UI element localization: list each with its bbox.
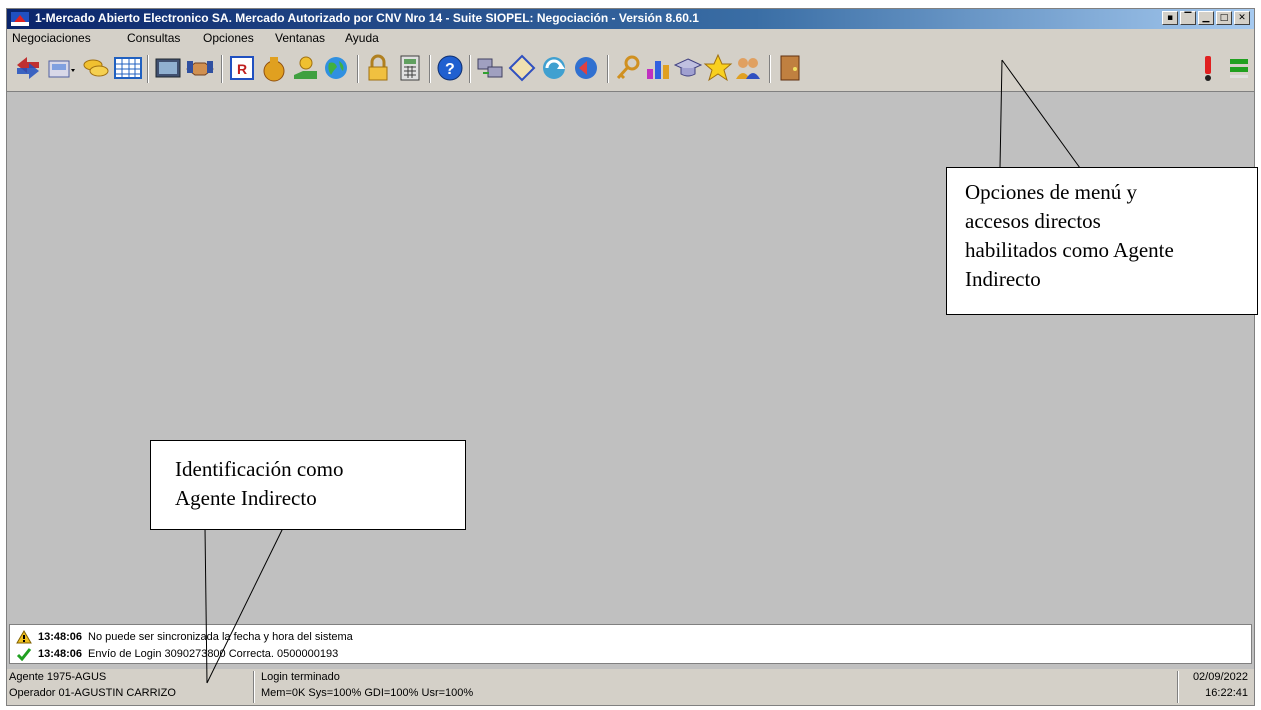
return-icon[interactable] — [571, 53, 601, 83]
close-button[interactable]: ✕ — [1234, 11, 1250, 25]
callout-line: Indirecto — [965, 267, 1041, 291]
warning-icon — [16, 630, 32, 644]
log-row: 13:48:06 Envío de Login 3090273800 Corre… — [16, 646, 338, 662]
menu-callout: Opciones de menú y accesos directos habi… — [946, 167, 1258, 315]
report-r-icon[interactable]: R — [227, 53, 257, 83]
graduation-icon[interactable] — [673, 53, 703, 83]
exit-door-icon[interactable] — [775, 53, 805, 83]
transfer-icon[interactable] — [475, 53, 505, 83]
refresh-icon[interactable] — [539, 53, 569, 83]
diamond-icon[interactable] — [507, 53, 537, 83]
app-window: 1-Mercado Abierto Electronico SA. Mercad… — [6, 8, 1255, 706]
check-icon — [16, 648, 32, 661]
lock-icon[interactable] — [363, 53, 393, 83]
minimize-alt-button[interactable]: ▔ — [1180, 11, 1196, 25]
menu-consultas[interactable]: Consultas — [127, 31, 180, 45]
log-text: No puede ser sincronizada la fecha y hor… — [88, 631, 353, 643]
star-icon[interactable] — [703, 53, 733, 83]
callout-line: accesos directos — [965, 209, 1101, 233]
status-login: Login terminado — [261, 671, 340, 683]
connection-status-icon — [1230, 59, 1248, 78]
calculator-icon[interactable] — [395, 53, 425, 83]
status-resources: Mem=0K Sys=100% GDI=100% Usr=100% — [261, 687, 474, 699]
menu-negociaciones[interactable]: Negociaciones — [12, 31, 91, 45]
handshake-icon[interactable] — [185, 53, 215, 83]
bar-chart-icon[interactable] — [643, 53, 673, 83]
minimize-button[interactable]: ▁ — [1198, 11, 1214, 25]
svg-text:?: ? — [445, 61, 455, 78]
callout-line: Opciones de menú y — [965, 180, 1138, 204]
app-logo-icon — [11, 12, 29, 26]
status-date: 02/09/2022 — [1192, 671, 1248, 683]
status-bar: Agente 1975-AGUS Operador 01-AGUSTIN CAR… — [7, 669, 1254, 705]
status-agent: Agente 1975-AGUS — [9, 671, 107, 683]
key-icon[interactable] — [613, 53, 643, 83]
status-operator: Operador 01-AGUSTIN CARRIZO — [9, 687, 176, 699]
hand-money-icon[interactable] — [291, 53, 321, 83]
window-title: 1-Mercado Abierto Electronico SA. Mercad… — [35, 11, 699, 25]
menu-opciones[interactable]: Opciones — [203, 31, 254, 45]
coins-icon[interactable] — [81, 53, 111, 83]
log-row: 13:48:06 No puede ser sincronizada la fe… — [16, 629, 353, 645]
callout-line: habilitados como Agente — [965, 238, 1174, 262]
maximize-button[interactable]: □ — [1216, 11, 1232, 25]
message-log: 13:48:06 No puede ser sincronizada la fe… — [9, 624, 1252, 664]
agent-callout: Identificación como Agente Indirecto — [150, 440, 466, 530]
status-time: 16:22:41 — [1205, 687, 1248, 699]
calendar-grid-icon[interactable] — [113, 53, 143, 83]
screen-icon[interactable] — [153, 53, 183, 83]
exchange-icon[interactable] — [13, 53, 43, 83]
menu-ventanas[interactable]: Ventanas — [275, 31, 325, 45]
toolbar: R ? — [7, 47, 1254, 92]
log-text: Envío de Login 3090273800 Correcta. 0500… — [88, 648, 339, 660]
globe-icon[interactable] — [321, 53, 351, 83]
tray-button[interactable]: ▪ — [1162, 11, 1178, 25]
menu-ayuda[interactable]: Ayuda — [345, 31, 379, 45]
callout-line: Identificación como — [175, 457, 344, 481]
log-time: 13:48:06 — [38, 648, 83, 660]
callout-line: Agente Indirecto — [175, 486, 317, 510]
register-icon[interactable] — [45, 53, 75, 83]
svg-text:R: R — [237, 61, 247, 77]
money-bag-icon[interactable] — [259, 53, 289, 83]
menu-bar: Negociaciones Consultas Opciones Ventana… — [7, 29, 1254, 47]
log-time: 13:48:06 — [38, 631, 83, 643]
title-bar[interactable]: 1-Mercado Abierto Electronico SA. Mercad… — [7, 9, 1254, 29]
help-icon[interactable]: ? — [435, 53, 465, 83]
users-icon[interactable] — [733, 53, 763, 83]
alert-icon — [1205, 56, 1211, 81]
